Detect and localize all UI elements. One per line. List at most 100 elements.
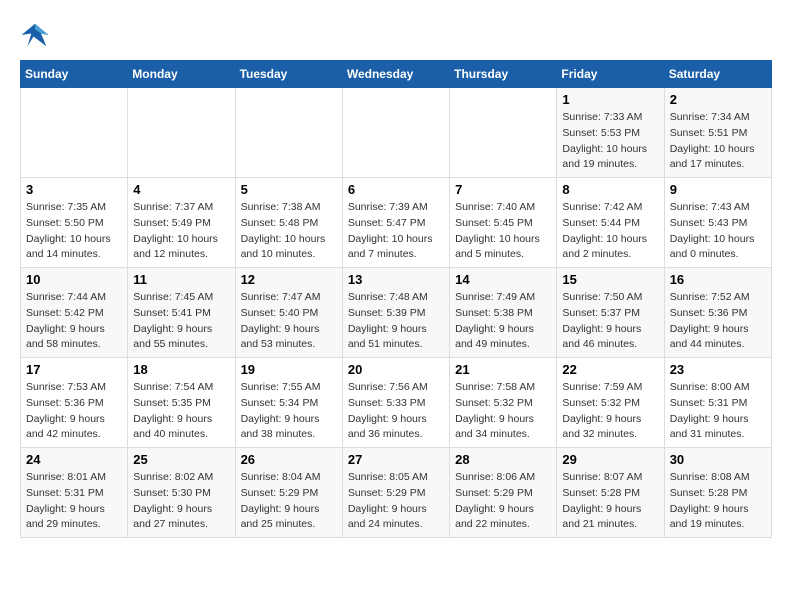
calendar-cell: 7 Sunrise: 7:40 AMSunset: 5:45 PMDaylight… xyxy=(450,178,557,268)
week-row-4: 17 Sunrise: 7:53 AMSunset: 5:36 PMDayligh… xyxy=(21,358,772,448)
day-info: Sunrise: 7:59 AMSunset: 5:32 PMDaylight:… xyxy=(562,380,658,443)
week-row-1: 1 Sunrise: 7:33 AMSunset: 5:53 PMDaylight… xyxy=(21,88,772,178)
day-number: 1 xyxy=(562,92,658,107)
header-tuesday: Tuesday xyxy=(235,61,342,88)
calendar-cell: 18 Sunrise: 7:54 AMSunset: 5:35 PMDayligh… xyxy=(128,358,235,448)
calendar-cell: 19 Sunrise: 7:55 AMSunset: 5:34 PMDayligh… xyxy=(235,358,342,448)
calendar-cell: 2 Sunrise: 7:34 AMSunset: 5:51 PMDaylight… xyxy=(664,88,771,178)
day-number: 9 xyxy=(670,182,766,197)
calendar-cell: 22 Sunrise: 7:59 AMSunset: 5:32 PMDayligh… xyxy=(557,358,664,448)
week-row-3: 10 Sunrise: 7:44 AMSunset: 5:42 PMDayligh… xyxy=(21,268,772,358)
calendar-cell xyxy=(21,88,128,178)
calendar-cell: 27 Sunrise: 8:05 AMSunset: 5:29 PMDayligh… xyxy=(342,448,449,538)
calendar-cell: 25 Sunrise: 8:02 AMSunset: 5:30 PMDayligh… xyxy=(128,448,235,538)
calendar-cell: 8Sunrise: 7:42 AMSunset: 5:44 PMDaylight… xyxy=(557,178,664,268)
calendar-cell xyxy=(342,88,449,178)
day-number: 25 xyxy=(133,452,229,467)
day-number: 7 xyxy=(455,182,551,197)
day-number: 12 xyxy=(241,272,337,287)
logo xyxy=(20,20,54,50)
day-number: 16 xyxy=(670,272,766,287)
day-number: 10 xyxy=(26,272,122,287)
calendar-cell: 26 Sunrise: 8:04 AMSunset: 5:29 PMDayligh… xyxy=(235,448,342,538)
calendar-cell: 9 Sunrise: 7:43 AMSunset: 5:43 PMDaylight… xyxy=(664,178,771,268)
day-info: Sunrise: 8:00 AMSunset: 5:31 PMDaylight:… xyxy=(670,380,766,443)
day-info: Sunrise: 7:52 AMSunset: 5:36 PMDaylight:… xyxy=(670,290,766,353)
day-info: Sunrise: 7:40 AMSunset: 5:45 PMDaylight:… xyxy=(455,200,551,263)
day-info: Sunrise: 7:48 AMSunset: 5:39 PMDaylight:… xyxy=(348,290,444,353)
day-info: Sunrise: 7:43 AMSunset: 5:43 PMDaylight:… xyxy=(670,200,766,263)
calendar-cell: 13Sunrise: 7:48 AMSunset: 5:39 PMDayligh… xyxy=(342,268,449,358)
day-info: Sunrise: 7:50 AMSunset: 5:37 PMDaylight:… xyxy=(562,290,658,353)
day-number: 17 xyxy=(26,362,122,377)
day-info: Sunrise: 7:49 AMSunset: 5:38 PMDaylight:… xyxy=(455,290,551,353)
day-number: 22 xyxy=(562,362,658,377)
day-info: Sunrise: 8:05 AMSunset: 5:29 PMDaylight:… xyxy=(348,470,444,533)
day-info: Sunrise: 7:38 AMSunset: 5:48 PMDaylight:… xyxy=(241,200,337,263)
day-number: 20 xyxy=(348,362,444,377)
calendar-cell: 28 Sunrise: 8:06 AMSunset: 5:29 PMDayligh… xyxy=(450,448,557,538)
day-info: Sunrise: 8:08 AMSunset: 5:28 PMDaylight:… xyxy=(670,470,766,533)
day-number: 18 xyxy=(133,362,229,377)
calendar-cell xyxy=(235,88,342,178)
header-monday: Monday xyxy=(128,61,235,88)
day-info: Sunrise: 7:56 AMSunset: 5:33 PMDaylight:… xyxy=(348,380,444,443)
day-number: 28 xyxy=(455,452,551,467)
calendar-cell: 21 Sunrise: 7:58 AMSunset: 5:32 PMDayligh… xyxy=(450,358,557,448)
page-header xyxy=(20,20,772,50)
day-info: Sunrise: 7:58 AMSunset: 5:32 PMDaylight:… xyxy=(455,380,551,443)
day-number: 8 xyxy=(562,182,658,197)
day-info: Sunrise: 8:04 AMSunset: 5:29 PMDaylight:… xyxy=(241,470,337,533)
calendar-cell: 29 Sunrise: 8:07 AMSunset: 5:28 PMDayligh… xyxy=(557,448,664,538)
day-number: 27 xyxy=(348,452,444,467)
day-number: 19 xyxy=(241,362,337,377)
day-info: Sunrise: 7:34 AMSunset: 5:51 PMDaylight:… xyxy=(670,110,766,173)
calendar-cell: 4Sunrise: 7:37 AMSunset: 5:49 PMDaylight… xyxy=(128,178,235,268)
week-row-2: 3 Sunrise: 7:35 AMSunset: 5:50 PMDaylight… xyxy=(21,178,772,268)
day-number: 23 xyxy=(670,362,766,377)
calendar-cell: 30 Sunrise: 8:08 AMSunset: 5:28 PMDayligh… xyxy=(664,448,771,538)
day-number: 4 xyxy=(133,182,229,197)
calendar-cell: 10 Sunrise: 7:44 AMSunset: 5:42 PMDayligh… xyxy=(21,268,128,358)
calendar-table: SundayMondayTuesdayWednesdayThursdayFrid… xyxy=(20,60,772,538)
day-info: Sunrise: 7:47 AMSunset: 5:40 PMDaylight:… xyxy=(241,290,337,353)
day-info: Sunrise: 8:07 AMSunset: 5:28 PMDaylight:… xyxy=(562,470,658,533)
day-info: Sunrise: 7:44 AMSunset: 5:42 PMDaylight:… xyxy=(26,290,122,353)
calendar-cell: 14Sunrise: 7:49 AMSunset: 5:38 PMDayligh… xyxy=(450,268,557,358)
day-info: Sunrise: 7:35 AMSunset: 5:50 PMDaylight:… xyxy=(26,200,122,263)
week-row-5: 24 Sunrise: 8:01 AMSunset: 5:31 PMDayligh… xyxy=(21,448,772,538)
day-info: Sunrise: 7:53 AMSunset: 5:36 PMDaylight:… xyxy=(26,380,122,443)
day-number: 15 xyxy=(562,272,658,287)
calendar-cell: 20 Sunrise: 7:56 AMSunset: 5:33 PMDayligh… xyxy=(342,358,449,448)
day-number: 24 xyxy=(26,452,122,467)
calendar-cell: 6 Sunrise: 7:39 AMSunset: 5:47 PMDaylight… xyxy=(342,178,449,268)
day-number: 30 xyxy=(670,452,766,467)
day-info: Sunrise: 8:02 AMSunset: 5:30 PMDaylight:… xyxy=(133,470,229,533)
day-number: 2 xyxy=(670,92,766,107)
day-number: 6 xyxy=(348,182,444,197)
calendar-cell: 23 Sunrise: 8:00 AMSunset: 5:31 PMDayligh… xyxy=(664,358,771,448)
day-number: 3 xyxy=(26,182,122,197)
day-info: Sunrise: 8:06 AMSunset: 5:29 PMDaylight:… xyxy=(455,470,551,533)
calendar-cell: 15 Sunrise: 7:50 AMSunset: 5:37 PMDayligh… xyxy=(557,268,664,358)
calendar-cell: 16 Sunrise: 7:52 AMSunset: 5:36 PMDayligh… xyxy=(664,268,771,358)
calendar-cell: 3 Sunrise: 7:35 AMSunset: 5:50 PMDaylight… xyxy=(21,178,128,268)
calendar-cell: 17 Sunrise: 7:53 AMSunset: 5:36 PMDayligh… xyxy=(21,358,128,448)
day-number: 11 xyxy=(133,272,229,287)
calendar-cell: 1 Sunrise: 7:33 AMSunset: 5:53 PMDaylight… xyxy=(557,88,664,178)
day-info: Sunrise: 7:39 AMSunset: 5:47 PMDaylight:… xyxy=(348,200,444,263)
day-info: Sunrise: 8:01 AMSunset: 5:31 PMDaylight:… xyxy=(26,470,122,533)
day-info: Sunrise: 7:54 AMSunset: 5:35 PMDaylight:… xyxy=(133,380,229,443)
header-thursday: Thursday xyxy=(450,61,557,88)
day-number: 21 xyxy=(455,362,551,377)
calendar-cell: 11Sunrise: 7:45 AMSunset: 5:41 PMDayligh… xyxy=(128,268,235,358)
day-info: Sunrise: 7:33 AMSunset: 5:53 PMDaylight:… xyxy=(562,110,658,173)
day-number: 26 xyxy=(241,452,337,467)
calendar-cell xyxy=(128,88,235,178)
calendar-cell: 24 Sunrise: 8:01 AMSunset: 5:31 PMDayligh… xyxy=(21,448,128,538)
header-saturday: Saturday xyxy=(664,61,771,88)
day-number: 29 xyxy=(562,452,658,467)
header-wednesday: Wednesday xyxy=(342,61,449,88)
calendar-cell xyxy=(450,88,557,178)
day-info: Sunrise: 7:55 AMSunset: 5:34 PMDaylight:… xyxy=(241,380,337,443)
